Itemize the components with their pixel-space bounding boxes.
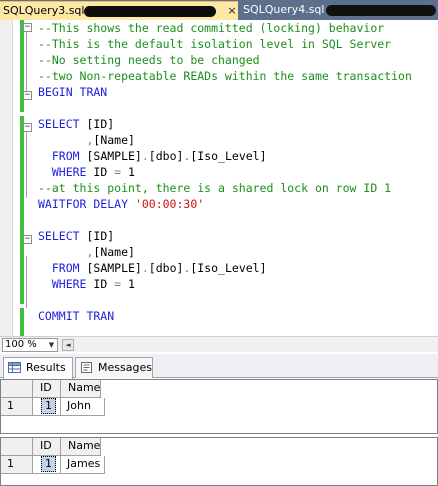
row-number[interactable]: 1 <box>1 456 33 474</box>
tab-results[interactable]: Results <box>3 357 73 379</box>
chevron-down-icon[interactable]: ▼ <box>46 339 57 351</box>
code-line[interactable]: --at this point, there is a shared lock … <box>38 180 391 196</box>
code-token: ID <box>93 165 115 179</box>
selection-margin[interactable] <box>0 20 13 338</box>
code-token: [SAMPLE] <box>86 261 142 275</box>
code-token: [ID] <box>86 117 115 131</box>
tab-sqlquery3[interactable]: SQLQuery3.sql - × <box>0 1 238 20</box>
code-line[interactable]: BEGIN TRAN <box>38 84 107 100</box>
query-editor[interactable]: − − − − --This shows the read committed … <box>0 20 438 338</box>
code-token: 1 <box>121 165 135 179</box>
code-token: [Name] <box>93 133 135 147</box>
tab-results-label: Results <box>26 361 66 374</box>
tab-label: SQLQuery3.sql - <box>3 4 92 17</box>
code-token: --This shows the read committed (locking… <box>38 21 385 35</box>
zoom-value: 100 % <box>5 339 37 350</box>
code-token: BEGIN TRAN <box>38 85 108 99</box>
change-bar <box>20 308 24 336</box>
code-token: [dbo] <box>148 149 184 163</box>
grid-icon <box>8 362 21 373</box>
collapse-icon[interactable]: − <box>23 23 32 32</box>
redacted-text <box>326 5 436 16</box>
change-bar <box>20 116 24 304</box>
code-token: ID <box>93 277 115 291</box>
table-cell-id[interactable]: 1 <box>33 456 61 474</box>
code-line[interactable]: ,[Name] <box>38 132 135 148</box>
column-header-id[interactable]: ID <box>33 380 61 398</box>
table-cell-id[interactable]: 1 <box>33 398 61 416</box>
collapse-icon[interactable]: − <box>23 235 32 244</box>
tab-label: SQLQuery4.sql - <box>243 3 332 16</box>
code-token: SELECT <box>38 117 87 131</box>
code-line[interactable]: --two Non-repeatable READs within the sa… <box>38 68 412 84</box>
code-line[interactable]: WHERE ID = 1 <box>38 276 135 292</box>
code-token: '00:00:30' <box>134 197 205 211</box>
code-line[interactable]: FROM [SAMPLE].[dbo].[Iso_Level] <box>38 260 267 276</box>
collapse-icon[interactable]: − <box>23 123 32 132</box>
row-number[interactable]: 1 <box>1 398 33 416</box>
code-token: --two Non-repeatable READs within the sa… <box>38 69 412 83</box>
code-token: [Iso_Level] <box>190 261 267 275</box>
code-token: WHERE <box>38 277 94 291</box>
code-token: WAITFOR DELAY <box>38 197 135 211</box>
code-token: FROM <box>38 149 87 163</box>
tab-messages[interactable]: Messages <box>75 357 153 378</box>
collapse-icon[interactable]: − <box>23 91 32 100</box>
editor-status-strip: 100 % ▼ ◄ <box>0 336 438 352</box>
code-token: --at this point, there is a shared lock … <box>38 181 392 195</box>
code-token: [Iso_Level] <box>190 149 267 163</box>
code-token: WHERE <box>38 165 94 179</box>
code-token: [ID] <box>86 229 115 243</box>
close-icon[interactable]: × <box>226 2 238 20</box>
results-grid[interactable]: ID Name 1 1 James <box>0 437 438 486</box>
column-header-id[interactable]: ID <box>33 438 61 456</box>
code-line[interactable]: --This shows the read committed (locking… <box>38 20 384 36</box>
code-line[interactable]: --This is the default isolation level in… <box>38 36 391 52</box>
results-grid[interactable]: ID Name 1 1 John <box>0 379 438 434</box>
redacted-text <box>84 6 216 17</box>
code-line[interactable]: WAITFOR DELAY '00:00:30' <box>38 196 204 212</box>
code-line[interactable]: --No setting needs to be changed <box>38 52 260 68</box>
code-token: COMMIT TRAN <box>38 309 115 323</box>
code-token: 1 <box>121 277 135 291</box>
tab-sqlquery4[interactable]: SQLQuery4.sql - <box>240 1 438 20</box>
column-header-name[interactable]: Name <box>61 438 101 456</box>
code-line[interactable]: WHERE ID = 1 <box>38 164 135 180</box>
table-cell-name[interactable]: James <box>61 456 105 474</box>
scroll-left-arrow-icon[interactable]: ◄ <box>62 339 74 351</box>
column-header-name[interactable]: Name <box>61 380 101 398</box>
outline-line <box>26 128 27 198</box>
code-line[interactable]: SELECT [ID] <box>38 116 114 132</box>
code-token: [Name] <box>93 245 135 259</box>
code-token: SELECT <box>38 229 87 243</box>
outline-line <box>26 32 27 94</box>
code-token: [dbo] <box>148 261 184 275</box>
code-token: FROM <box>38 261 87 275</box>
code-token: . <box>141 149 149 163</box>
code-line[interactable]: ,[Name] <box>38 244 135 260</box>
code-token: [SAMPLE] <box>86 149 142 163</box>
code-line[interactable]: COMMIT TRAN <box>38 308 114 324</box>
code-token: --No setting needs to be changed <box>38 53 260 67</box>
table-cell-name[interactable]: John <box>61 398 105 416</box>
messages-icon <box>81 362 92 373</box>
tab-messages-label: Messages <box>98 361 152 374</box>
code-token: --This is the default isolation level in… <box>38 37 392 51</box>
code-line[interactable]: FROM [SAMPLE].[dbo].[Iso_Level] <box>38 148 267 164</box>
code-token: . <box>141 261 149 275</box>
code-line[interactable]: SELECT [ID] <box>38 228 114 244</box>
document-tab-bar: SQLQuery3.sql - × SQLQuery4.sql - <box>0 0 438 20</box>
grid-corner[interactable] <box>1 380 33 398</box>
selected-cell-value: 1 <box>41 456 56 472</box>
results-tab-strip: Results Messages <box>0 354 438 379</box>
outline-line <box>26 256 27 308</box>
selected-cell-value: 1 <box>41 398 56 414</box>
zoom-select[interactable]: 100 % ▼ <box>2 338 58 352</box>
grid-corner[interactable] <box>1 438 33 456</box>
